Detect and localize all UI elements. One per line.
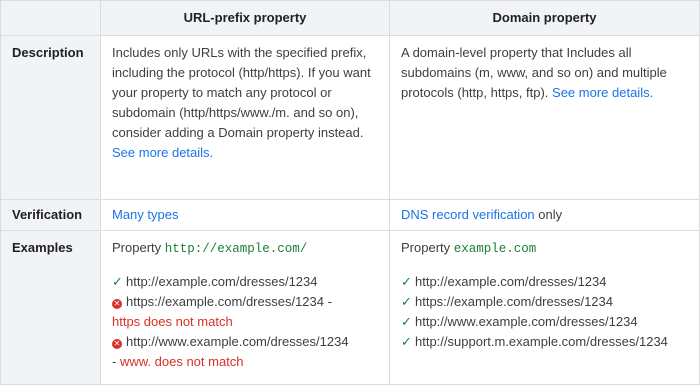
- header-domain: Domain property: [389, 0, 700, 36]
- example-line: ✓ http://www.example.com/dresses/1234: [401, 312, 688, 332]
- example-url: http://www.example.com/dresses/1234: [415, 314, 638, 329]
- example-line: ✓ http://example.com/dresses/1234: [112, 272, 378, 292]
- example-line: ✓ http://support.m.example.com/dresses/12…: [401, 332, 688, 352]
- check-icon: ✓: [401, 314, 412, 329]
- example-separator: -: [324, 294, 332, 309]
- see-more-details-link-url-prefix[interactable]: See more details.: [112, 145, 213, 160]
- url-prefix-property-value: http://example.com/: [164, 242, 308, 256]
- verification-url-prefix-cell: Many types: [100, 199, 390, 231]
- example-url: https://example.com/dresses/1234: [126, 294, 324, 309]
- verification-domain-suffix: only: [538, 207, 563, 222]
- dns-record-verification-link[interactable]: DNS record verification: [401, 207, 535, 222]
- property-label: Property: [401, 240, 451, 255]
- see-more-details-link-domain[interactable]: See more details.: [552, 85, 653, 100]
- domain-property-line: Property example.com: [401, 238, 688, 259]
- example-url: http://example.com/dresses/1234: [126, 274, 318, 289]
- examples-row: Examples Property http://example.com/ ✓ h…: [0, 230, 700, 385]
- example-line: ✓ https://example.com/dresses/1234: [401, 292, 688, 312]
- row-label-verification: Verification: [0, 199, 101, 231]
- many-types-link[interactable]: Many types: [112, 207, 178, 222]
- example-url: http://support.m.example.com/dresses/123…: [415, 334, 668, 349]
- header-row: URL-prefix property Domain property: [0, 0, 700, 36]
- example-url: https://example.com/dresses/1234: [415, 294, 613, 309]
- example-line: ✓ http://example.com/dresses/1234: [401, 272, 688, 292]
- description-row: Description Includes only URLs with the …: [0, 35, 700, 200]
- verification-domain-cell: DNS record verification only: [389, 199, 700, 231]
- example-line: ✕ http://www.example.com/dresses/1234- ww…: [112, 332, 378, 372]
- description-url-prefix-text: Includes only URLs with the specified pr…: [112, 45, 371, 140]
- mismatch-note: https does not match: [112, 314, 233, 329]
- domain-property-value: example.com: [453, 242, 537, 256]
- property-comparison-table: URL-prefix property Domain property Desc…: [0, 0, 700, 385]
- check-icon: ✓: [401, 334, 412, 349]
- examples-url-prefix-cell: Property http://example.com/ ✓ http://exa…: [100, 230, 390, 385]
- check-icon: ✓: [401, 294, 412, 309]
- examples-domain-cell: Property example.com ✓ http://example.com…: [389, 230, 700, 385]
- verification-row: Verification Many types DNS record verif…: [0, 199, 700, 231]
- row-label-examples: Examples: [0, 230, 101, 385]
- mismatch-note: www. does not match: [119, 354, 244, 369]
- url-prefix-property-line: Property http://example.com/: [112, 238, 378, 259]
- header-url-prefix: URL-prefix property: [100, 0, 390, 36]
- example-url: http://example.com/dresses/1234: [415, 274, 607, 289]
- example-separator: -: [112, 354, 117, 369]
- check-icon: ✓: [401, 274, 412, 289]
- error-icon: ✕: [112, 339, 122, 349]
- description-url-prefix-cell: Includes only URLs with the specified pr…: [100, 35, 390, 200]
- property-label: Property: [112, 240, 162, 255]
- example-line: ✕ https://example.com/dresses/1234 - https…: [112, 292, 378, 332]
- row-label-description: Description: [0, 35, 101, 200]
- header-empty-cell: [0, 0, 101, 36]
- check-icon: ✓: [112, 274, 123, 289]
- description-domain-cell: A domain-level property that Includes al…: [389, 35, 700, 200]
- error-icon: ✕: [112, 299, 122, 309]
- example-url: http://www.example.com/dresses/1234: [126, 334, 349, 349]
